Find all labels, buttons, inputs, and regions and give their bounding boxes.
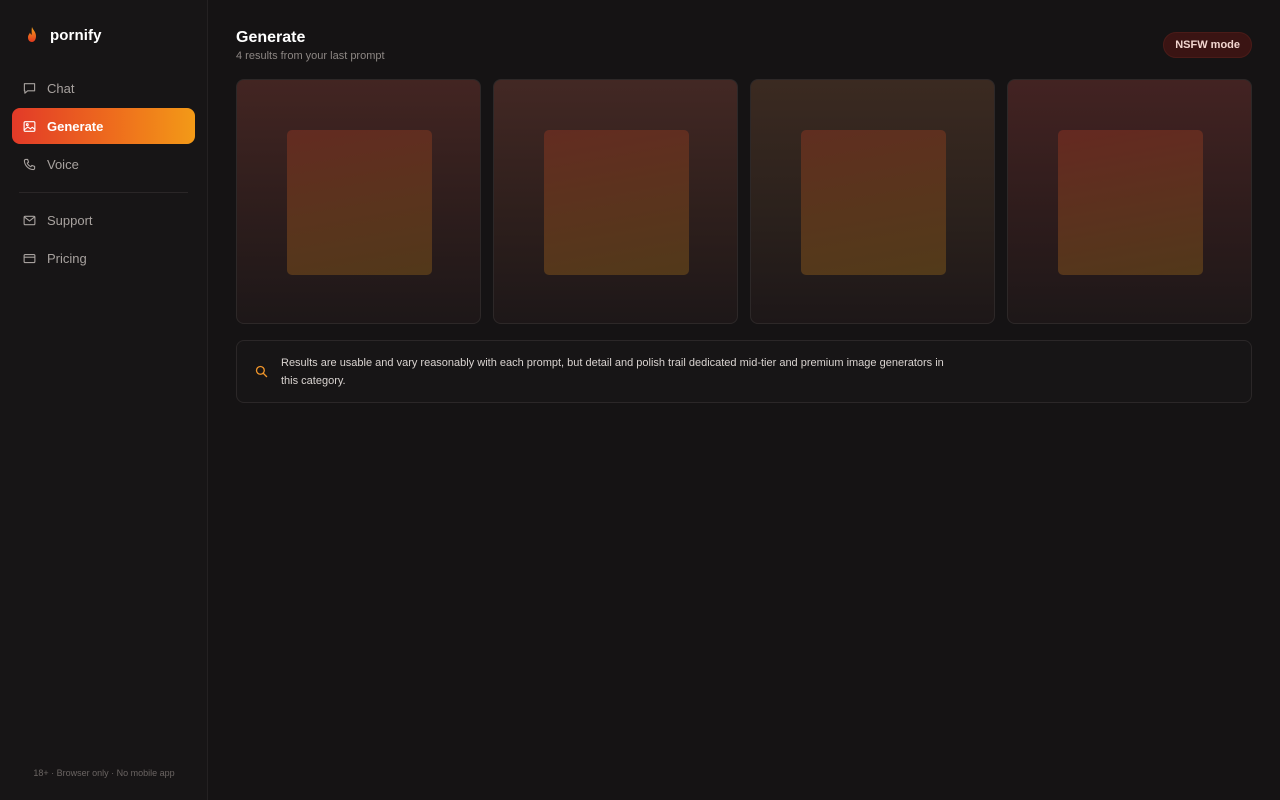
sidebar-item-label: Chat <box>47 80 75 96</box>
flame-icon <box>28 27 36 42</box>
sidebar-item-label: Voice <box>47 156 79 172</box>
brand-logo[interactable]: pornify <box>24 26 102 44</box>
result-image-placeholder <box>801 130 946 275</box>
search-icon <box>255 365 268 378</box>
sidebar-footer-note: 18+ · Browser only · No mobile app <box>33 768 175 778</box>
sidebar-item-label: Support <box>47 212 93 228</box>
page-title: Generate <box>236 29 306 46</box>
brand-name: pornify <box>50 26 102 44</box>
page-subtitle: 4 results from your last prompt <box>236 50 385 62</box>
sidebar: pornify Chat Generate Voice Support Pric… <box>0 0 208 800</box>
result-image-placeholder <box>544 130 689 275</box>
result-image-2[interactable] <box>493 79 738 324</box>
credit-card-icon <box>23 253 36 263</box>
sidebar-item-generate[interactable]: Generate <box>12 108 195 144</box>
app-window: pornify Chat Generate Voice Support Pric… <box>0 0 1280 800</box>
review-note: Results are usable and vary reasonably w… <box>236 340 1252 403</box>
image-icon <box>23 120 36 132</box>
sidebar-divider <box>19 192 188 193</box>
result-image-placeholder <box>287 130 432 275</box>
sidebar-item-chat[interactable]: Chat <box>12 70 195 106</box>
sidebar-item-label: Generate <box>47 118 104 134</box>
result-image-4[interactable] <box>1007 79 1252 324</box>
phone-icon <box>23 158 36 170</box>
nsfw-mode-badge[interactable]: NSFW mode <box>1163 32 1252 58</box>
result-image-1[interactable] <box>236 79 481 324</box>
sidebar-item-support[interactable]: Support <box>12 202 195 238</box>
result-image-placeholder <box>1058 130 1203 275</box>
review-note-text: Results are usable and vary reasonably w… <box>281 356 944 387</box>
results-grid <box>236 79 1252 324</box>
sidebar-item-pricing[interactable]: Pricing <box>12 240 195 276</box>
mail-icon <box>23 215 36 225</box>
main-content: Generate 4 results from your last prompt… <box>208 0 1280 800</box>
sidebar-nav: Chat Generate Voice Support Pricing <box>12 70 195 278</box>
chat-bubble-icon <box>23 82 36 94</box>
sidebar-item-label: Pricing <box>47 250 87 266</box>
sidebar-item-voice[interactable]: Voice <box>12 146 195 182</box>
result-image-3[interactable] <box>750 79 995 324</box>
